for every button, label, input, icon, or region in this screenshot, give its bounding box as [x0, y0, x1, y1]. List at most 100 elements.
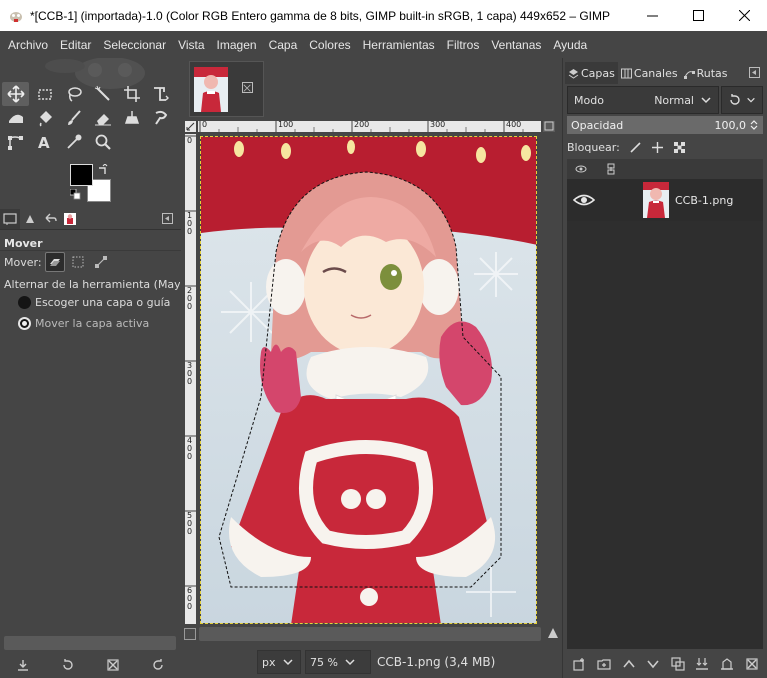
image-tab[interactable]	[189, 61, 264, 117]
ruler-h-tick-100: 100	[278, 121, 294, 129]
default-colors-icon[interactable]	[70, 189, 82, 201]
device-status-tab-icon[interactable]	[20, 209, 40, 229]
clone-tool[interactable]	[118, 106, 145, 130]
smudge-tool[interactable]	[147, 106, 174, 130]
raise-layer-icon[interactable]	[622, 657, 636, 671]
tab-capas[interactable]: Capas	[565, 62, 618, 84]
opacity-label: Opacidad	[571, 118, 624, 132]
maximize-button[interactable]	[675, 0, 721, 31]
zoom-tool[interactable]	[89, 130, 116, 154]
duplicate-layer-icon[interactable]	[671, 657, 685, 671]
vertical-ruler[interactable]: 0 1 0 0 2 0 0 3 0 0 4 0 0 5 0 0 6 0 0	[185, 134, 196, 624]
canvas-horizontal-scrollbar[interactable]	[199, 627, 541, 641]
file-info: CCB-1.png (3,4 MB)	[377, 655, 496, 669]
text-tool[interactable]: A	[31, 130, 58, 154]
menu-herramientas[interactable]: Herramientas	[357, 38, 441, 52]
layer-mode-selector[interactable]: Modo Normal	[567, 86, 719, 114]
new-layer-icon[interactable]	[572, 657, 586, 671]
menu-imagen[interactable]: Imagen	[211, 38, 263, 52]
menu-colores[interactable]: Colores	[303, 38, 356, 52]
unit-value: px	[262, 655, 276, 669]
horizontal-ruler[interactable]: 0 100 200 300 400	[198, 121, 541, 132]
crop-tool[interactable]	[118, 82, 145, 106]
swap-colors-icon[interactable]	[97, 164, 109, 176]
delete-options-icon[interactable]	[106, 658, 120, 672]
reset-options-icon[interactable]	[151, 658, 165, 672]
layers-icon	[568, 68, 579, 79]
lock-position-icon[interactable]	[651, 141, 664, 154]
bucket-fill-tool[interactable]	[31, 106, 58, 130]
tab-canales[interactable]: Canales	[618, 62, 681, 84]
delete-layer-icon[interactable]	[745, 657, 759, 671]
rect-select-tool[interactable]	[31, 82, 58, 106]
layer-image[interactable]	[200, 136, 537, 624]
paintbrush-tool[interactable]	[60, 106, 87, 130]
color-picker-tool[interactable]	[60, 130, 87, 154]
move-selection-button[interactable]	[68, 252, 88, 272]
zoom-selector[interactable]: 75 %	[305, 650, 371, 674]
save-options-icon[interactable]	[16, 658, 30, 672]
tool-options-scrollbar[interactable]	[4, 636, 176, 650]
layer-row[interactable]: CCB-1.png	[567, 179, 763, 221]
menu-ayuda[interactable]: Ayuda	[547, 38, 593, 52]
menu-ventanas[interactable]: Ventanas	[485, 38, 547, 52]
gimp-app-icon	[8, 8, 24, 24]
ruler-corner[interactable]	[185, 121, 196, 132]
mover-label: Mover:	[4, 255, 42, 269]
unified-transform-tool[interactable]	[147, 82, 174, 106]
tool-toggle-label: Alternar de la herramienta (Mayús)	[4, 278, 180, 291]
menu-archivo[interactable]: Archivo	[2, 38, 54, 52]
opacity-slider[interactable]: Opacidad 100,0	[567, 116, 763, 134]
close-button[interactable]	[721, 0, 767, 31]
unit-selector[interactable]: px	[257, 650, 301, 674]
ruler-h-tick-400: 400	[506, 121, 522, 129]
chevron-down-icon	[701, 97, 711, 104]
lock-alpha-icon[interactable]	[673, 141, 686, 154]
lasso-tool[interactable]	[60, 82, 87, 106]
restore-options-icon[interactable]	[61, 658, 75, 672]
menu-filtros[interactable]: Filtros	[441, 38, 486, 52]
menu-editar[interactable]: Editar	[54, 38, 97, 52]
navigate-icon[interactable]	[547, 627, 559, 639]
menu-vista[interactable]: Vista	[172, 38, 210, 52]
spin-arrows-icon[interactable]	[749, 119, 759, 131]
opacity-value: 100,0	[714, 118, 747, 132]
image-canvas[interactable]	[198, 134, 541, 624]
mode-switch-button[interactable]	[721, 86, 763, 114]
layers-list[interactable]: CCB-1.png	[567, 179, 763, 649]
lock-pixels-icon[interactable]	[629, 141, 642, 154]
toolbox: A Mover Mover: Alternar de la herramient…	[0, 58, 181, 678]
paths-tool[interactable]	[2, 130, 29, 154]
lower-layer-icon[interactable]	[646, 657, 660, 671]
eye-icon[interactable]	[573, 193, 595, 207]
quick-mask-button[interactable]	[184, 628, 196, 640]
undo-history-tab-icon[interactable]	[40, 209, 60, 229]
tool-options-menu-icon[interactable]	[162, 213, 173, 224]
fuzzy-select-tool[interactable]	[89, 82, 116, 106]
vertical-scroll-area[interactable]	[543, 134, 555, 624]
radio-move-active-layer[interactable]: Mover la capa activa	[18, 317, 149, 330]
move-layer-button[interactable]	[44, 252, 65, 272]
radio-move-active-layer-dot[interactable]	[18, 317, 31, 330]
images-tab-icon[interactable]	[60, 209, 80, 229]
menu-seleccionar[interactable]: Seleccionar	[97, 38, 172, 52]
layer-mask-icon[interactable]	[720, 657, 734, 671]
tab-rutas[interactable]: Rutas	[681, 62, 731, 84]
radio-pick-layer[interactable]: Escoger una capa o guía	[18, 296, 170, 309]
warp-transform-tool[interactable]	[2, 106, 29, 130]
menu-capa[interactable]: Capa	[263, 38, 304, 52]
close-image-tab-icon[interactable]	[242, 82, 253, 93]
minimize-button[interactable]	[629, 0, 675, 31]
lock-label: Bloquear:	[567, 140, 620, 154]
dock-menu-icon[interactable]	[749, 67, 760, 78]
radio-pick-layer-dot[interactable]	[18, 296, 31, 309]
layers-dock: Capas Canales Rutas Modo Normal Opacidad…	[562, 58, 767, 678]
tool-options-tab-icon[interactable]	[0, 208, 20, 229]
new-layer-group-icon[interactable]	[597, 657, 611, 671]
merge-down-icon[interactable]	[695, 657, 709, 671]
move-path-button[interactable]	[91, 252, 111, 272]
eraser-tool[interactable]	[89, 106, 116, 130]
move-tool[interactable]	[2, 82, 29, 106]
foreground-color[interactable]	[70, 164, 93, 186]
ruler-end-button[interactable]	[543, 121, 555, 132]
